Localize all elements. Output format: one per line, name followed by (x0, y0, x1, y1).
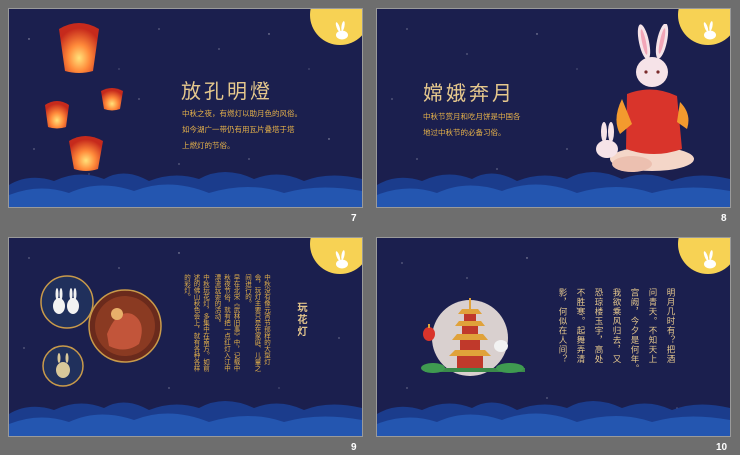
rabbit-goddess-illustration (596, 24, 694, 172)
slide-thumbnail-10[interactable]: 明月几时有？把酒 问青天。不知天上 宫阙，今夕是何年。 我欲乘风归去，又 恐琼楼… (376, 237, 731, 437)
vertical-text-column: 中秋没有像元宵节那样的大型灯会，玩灯主要只是在家庭、儿童之间进行的。 (243, 274, 271, 372)
slide-title: 放孔明燈 (181, 79, 273, 103)
vertical-text-column: 早在北宋《武林旧事》中，记载中秋夜节俗，就有把一点红灯入江中漂流玩耍的活动。 (213, 274, 240, 372)
cloud-hills (9, 172, 362, 207)
body-line: 中秋节赏月和吃月饼是中国各 (423, 112, 521, 121)
vertical-text-column: 中秋玩花灯，多集中在南方。如前述的佛山秋色会上，就有各种各样的彩灯。 (182, 274, 210, 372)
slide-number: 8 (721, 213, 727, 224)
body-line: 如今湖广一带仍有用瓦片叠塔于塔 (182, 125, 295, 134)
moon-with-rabbit (310, 238, 362, 274)
cloud-hills (9, 401, 362, 436)
cloud-hills (377, 401, 730, 436)
round-lantern-images (40, 275, 162, 387)
slide-title: 嫦娥奔月 (423, 81, 515, 105)
slide-thumbnail-8[interactable]: 嫦娥奔月 中秋节赏月和吃月饼是中国各 地过中秋节的必备习俗。 (376, 8, 731, 208)
slide-body-text: 中秋节赏月和吃月饼是中国各 地过中秋节的必备习俗。 (423, 109, 521, 141)
slide-thumbnail-7[interactable]: 放孔明燈 中秋之夜，有燃灯以助月色的风俗。 如今湖广一带仍有用瓦片叠塔于塔 上燃… (8, 8, 363, 208)
pagoda-illustration (421, 298, 525, 376)
cloud-hills (377, 172, 730, 207)
slide-number: 10 (716, 442, 728, 453)
slide-body-text: 中秋之夜，有燃灯以助月色的风俗。 如今湖广一带仍有用瓦片叠塔于塔 上燃灯的节俗。 (182, 106, 302, 154)
moon-with-rabbit (678, 238, 730, 274)
slide-number: 7 (351, 213, 357, 224)
body-line: 地过中秋节的必备习俗。 (423, 128, 506, 137)
vertical-text-block: 中秋没有像元宵节那样的大型灯会，玩灯主要只是在家庭、儿童之间进行的。 早在北宋《… (181, 274, 271, 374)
slide-number: 9 (351, 442, 357, 453)
body-line: 上燃灯的节俗。 (182, 141, 235, 150)
body-line: 中秋之夜，有燃灯以助月色的风俗。 (182, 109, 302, 118)
slide-title: 玩花灯 (295, 302, 306, 338)
slide-thumbnail-9[interactable]: 玩花灯 中秋没有像元宵节那样的大型灯会，玩灯主要只是在家庭、儿童之间进行的。 早… (8, 237, 363, 437)
